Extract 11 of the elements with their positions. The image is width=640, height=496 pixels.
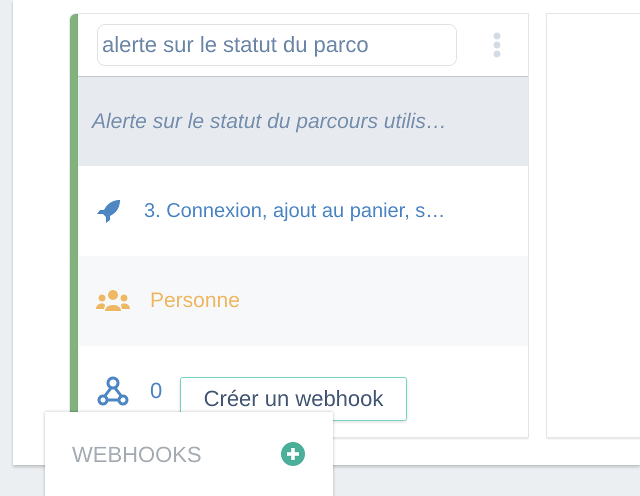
input-field[interactable]: alerte sur le statut du parco <box>97 24 457 66</box>
add-icon[interactable] <box>281 442 305 466</box>
rocket-icon <box>96 198 122 224</box>
webhook-count[interactable]: 0 <box>150 378 162 404</box>
description-text: Alerte sur le statut du parcours utilis… <box>92 110 447 134</box>
audience-text: Personne <box>150 289 240 313</box>
more-icon[interactable] <box>493 32 501 58</box>
menu-title: WEBHOOKS <box>72 442 202 468</box>
webhook-icon <box>96 375 130 407</box>
users-icon <box>96 289 130 313</box>
journey-link[interactable]: 3. Connexion, ajout au panier, s… <box>144 200 446 222</box>
